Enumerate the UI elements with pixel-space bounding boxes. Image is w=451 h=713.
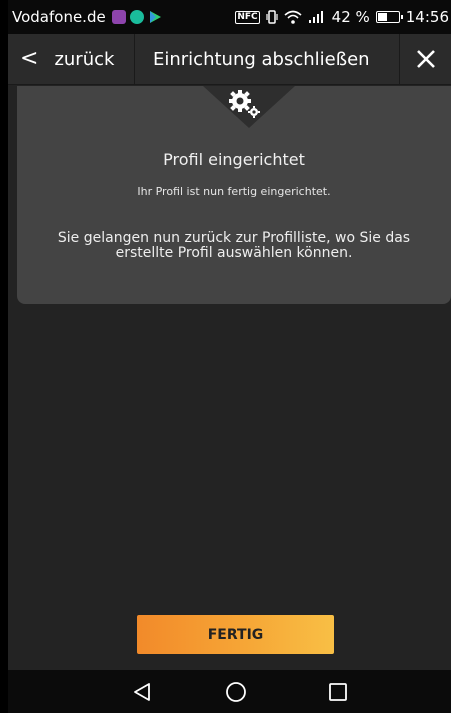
- clock: 14:56: [405, 8, 449, 26]
- nav-home-button[interactable]: [206, 670, 266, 713]
- back-label: zurück: [54, 48, 115, 70]
- nav-recents-button[interactable]: [308, 670, 368, 713]
- gear-icon: [228, 89, 264, 119]
- card-subtitle: Ihr Profil ist nun fertig eingerichtet.: [137, 185, 331, 198]
- square-recents-icon: [329, 682, 347, 701]
- battery-percent: 42 %: [331, 8, 370, 26]
- done-button[interactable]: FERTIG: [137, 615, 334, 654]
- info-card: Profil eingerichtet Ihr Profil ist nun f…: [17, 86, 451, 304]
- wifi-icon: [284, 10, 302, 24]
- app-screen: Vodafone.de NFC 42 % 14:56 < zurück Einr…: [8, 0, 451, 713]
- signal-icon: [308, 11, 323, 23]
- triangle-back-icon: [134, 682, 150, 701]
- chat-app-icon: [129, 10, 144, 24]
- vibrate-icon: [266, 10, 278, 24]
- top-app-bar: < zurück Einrichtung abschließen: [8, 34, 451, 85]
- battery-icon: [375, 11, 403, 23]
- chevron-left-icon: <: [20, 46, 39, 71]
- carrier-label: Vodafone.de: [12, 8, 106, 26]
- system-status-icons: NFC 42 % 14:56: [235, 8, 451, 26]
- nav-back-button[interactable]: [112, 670, 172, 713]
- back-button[interactable]: < zurück: [8, 34, 135, 84]
- status-bar: Vodafone.de NFC 42 % 14:56: [8, 0, 451, 34]
- page-title: Einrichtung abschließen: [153, 48, 370, 70]
- close-button[interactable]: [399, 34, 451, 84]
- close-icon: [416, 50, 435, 68]
- nfc-icon: NFC: [235, 10, 260, 24]
- system-nav-bar: [8, 670, 451, 713]
- notification-icons: [111, 10, 162, 24]
- play-store-icon: [149, 11, 161, 23]
- gallery-app-icon: [111, 10, 126, 24]
- card-title: Profil eingerichtet: [163, 150, 305, 169]
- circle-home-icon: [226, 681, 246, 702]
- card-body-text: Sie gelangen nun zurück zur Profilliste,…: [57, 230, 411, 261]
